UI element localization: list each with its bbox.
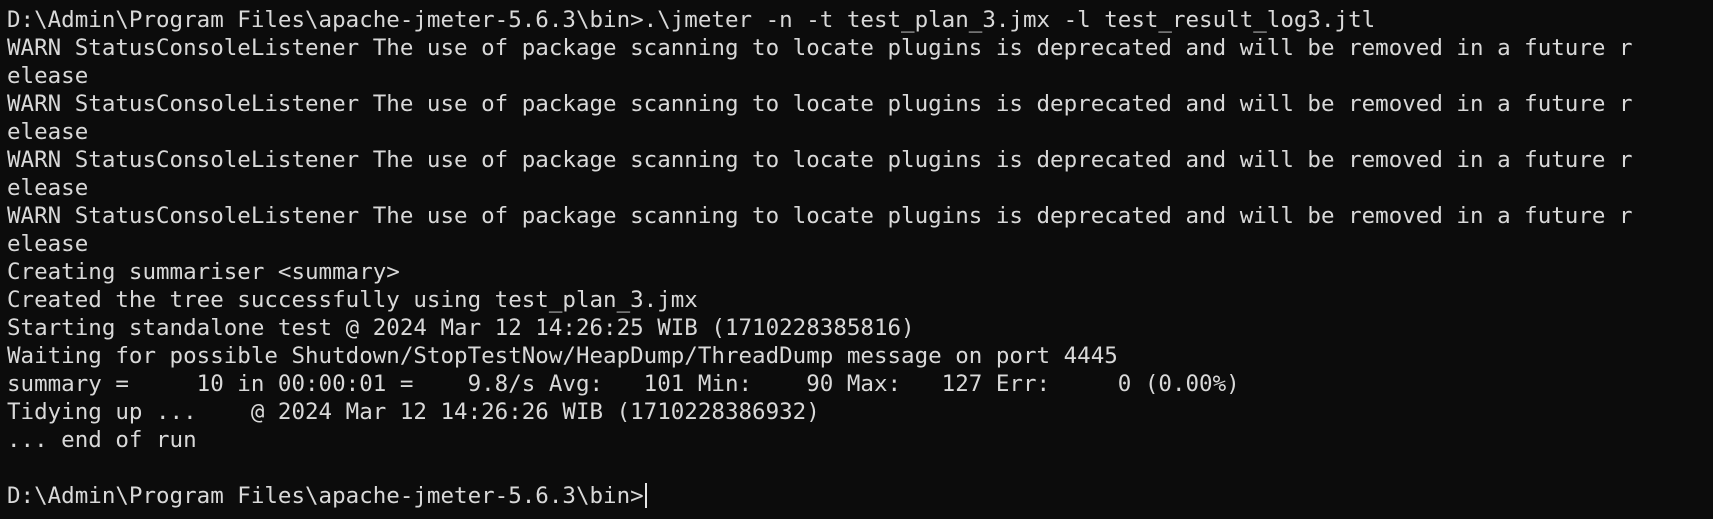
- warn-line-wrap: elease: [7, 119, 89, 145]
- warn-line-wrap: elease: [7, 231, 89, 257]
- command-line: D:\Admin\Program Files\apache-jmeter-5.6…: [7, 7, 1376, 33]
- summary-line: summary = 10 in 00:00:01 = 9.8/s Avg: 10…: [7, 371, 1240, 397]
- text-cursor: [644, 483, 647, 508]
- tree-created-line: Created the tree successfully using test…: [7, 287, 698, 313]
- end-of-run-line: ... end of run: [7, 427, 197, 453]
- terminal-window[interactable]: D:\Admin\Program Files\apache-jmeter-5.6…: [0, 0, 1713, 519]
- waiting-line: Waiting for possible Shutdown/StopTestNo…: [7, 343, 1118, 369]
- prompt-text: D:\Admin\Program Files\apache-jmeter-5.6…: [7, 483, 644, 509]
- prompt-line[interactable]: D:\Admin\Program Files\apache-jmeter-5.6…: [7, 482, 1713, 510]
- tidying-line: Tidying up ... @ 2024 Mar 12 14:26:26 WI…: [7, 399, 820, 425]
- warn-line: WARN StatusConsoleListener The use of pa…: [7, 203, 1633, 229]
- warn-line: WARN StatusConsoleListener The use of pa…: [7, 91, 1633, 117]
- test-start-line: Starting standalone test @ 2024 Mar 12 1…: [7, 315, 915, 341]
- summariser-line: Creating summariser <summary>: [7, 259, 400, 285]
- warn-line: WARN StatusConsoleListener The use of pa…: [7, 147, 1633, 173]
- warn-line: WARN StatusConsoleListener The use of pa…: [7, 35, 1633, 61]
- warn-line-wrap: elease: [7, 175, 89, 201]
- warn-line-wrap: elease: [7, 63, 89, 89]
